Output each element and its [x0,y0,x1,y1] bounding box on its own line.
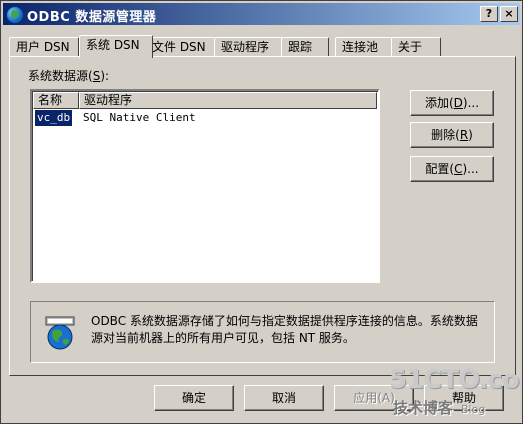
system-dsn-list[interactable]: 名称 驱动程序 vc_db SQL Native Client [30,89,380,283]
tab-file-dsn[interactable]: 文件 DSN [145,37,215,57]
column-header-name[interactable]: 名称 [33,92,79,109]
odbc-data-source-icon [45,316,75,350]
tab-connection-pooling[interactable]: 连接池 [335,37,393,57]
system-dsn-label: 系统数据源(S): [28,69,110,83]
info-text: ODBC 系统数据源存储了如何与指定数据提供程序连接的信息。系统数据源对当前机器… [91,314,478,345]
remove-button[interactable]: 删除(R) [410,122,494,148]
globe-icon [6,6,24,24]
window-title: ODBC 数据源管理器 [27,10,157,25]
add-button[interactable]: 添加(D)... [410,90,494,116]
list-header: 名称 驱动程序 [33,92,377,109]
help-button[interactable]: ? [480,6,498,22]
tab-drivers[interactable]: 驱动程序 [214,37,286,57]
dsn-name-cell[interactable]: vc_db [33,109,74,127]
tab-user-dsn[interactable]: 用户 DSN [9,37,79,57]
apply-button[interactable]: 应用(A) [334,385,414,411]
tab-system-dsn[interactable]: 系统 DSN [79,35,153,58]
odbc-dialog: ODBC 数据源管理器 ? × 用户 DSN 系统 DSN 文件 DSN 驱动程… [0,0,523,424]
column-header-driver[interactable]: 驱动程序 [79,92,377,109]
configure-button[interactable]: 配置(C)... [410,156,494,182]
info-box: ODBC 系统数据源存储了如何与指定数据提供程序连接的信息。系统数据源对当前机器… [30,301,495,363]
title-bar[interactable]: ODBC 数据源管理器 ? × [3,3,520,25]
tab-tracing[interactable]: 跟踪 [281,37,329,57]
dsn-driver-cell[interactable]: SQL Native Client [83,110,196,126]
table-row[interactable]: vc_db SQL Native Client [33,109,373,127]
cancel-button[interactable]: 取消 [244,385,324,411]
close-button[interactable]: × [500,6,518,22]
help-bottom-button[interactable]: 帮助 [424,385,504,411]
tab-about[interactable]: 关于 [391,37,441,57]
ok-button[interactable]: 确定 [154,385,234,411]
system-dsn-panel: 系统数据源(S): 名称 驱动程序 vc_db SQL Native Clien… [9,56,516,376]
